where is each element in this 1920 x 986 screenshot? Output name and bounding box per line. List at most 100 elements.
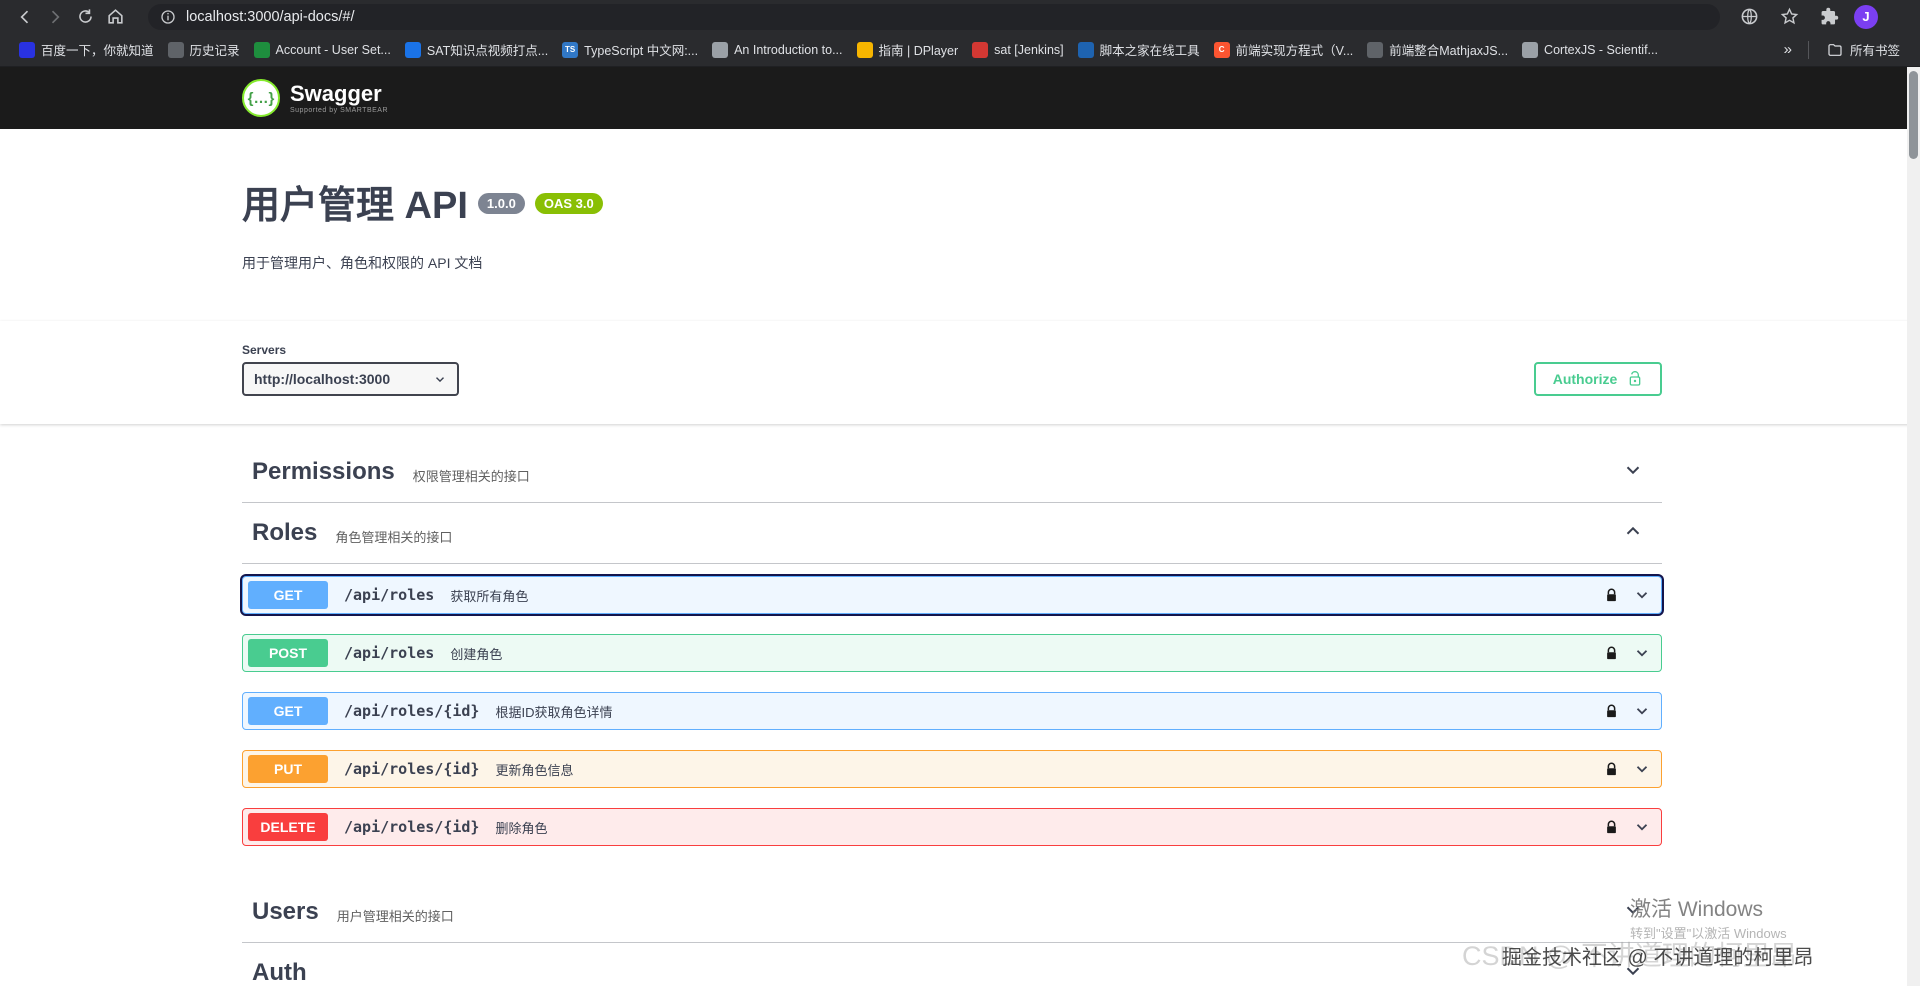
bookmark-jenkins[interactable]: sat [Jenkins] [965,39,1070,61]
lock-icon[interactable] [1604,820,1619,835]
page-scrollbar[interactable] [1907,67,1920,986]
lock-icon[interactable] [1604,704,1619,719]
chevron-down-icon[interactable] [1633,760,1651,778]
reload-button[interactable] [70,3,100,31]
bookmark-label: sat [Jenkins] [994,42,1064,57]
bookmark-favicon-icon [404,41,421,58]
bookmark-label: 指南 | DPlayer [878,44,959,58]
scrollbar-thumb[interactable] [1909,71,1918,159]
swagger-brand-tagline: Supported by SMARTBEAR [290,106,389,114]
bookmark-label: An Introduction to... [734,42,843,57]
reload-icon [78,9,92,23]
bookmark-typescript[interactable]: TS TypeScript 中文网:... [555,37,705,62]
bookmarks-overflow-chevron[interactable]: » [1778,41,1798,58]
bookmark-favicon-icon [856,41,873,58]
section-permissions[interactable]: Permissions 权限管理相关的接口 [242,442,1662,503]
endpoint-create-role[interactable]: POST /api/roles 创建角色 [242,634,1662,672]
bookmark-favicon-icon: TS [562,41,579,58]
translate-button[interactable] [1734,3,1764,31]
all-bookmarks-button[interactable]: 所有书签 [1819,37,1908,62]
bookmark-label: TypeScript 中文网:... [584,44,699,58]
chevron-up-icon[interactable] [1622,520,1644,547]
swagger-brand-link[interactable]: {…} Swagger Supported by SMARTBEAR [242,79,388,117]
section-roles[interactable]: Roles 角色管理相关的接口 [242,503,1662,564]
chevron-down-icon[interactable] [1633,702,1651,720]
bookmark-favicon-icon [712,41,729,58]
forward-button[interactable] [40,3,70,31]
bookmark-favicon-icon [1522,41,1539,58]
lock-icon[interactable] [1604,646,1619,661]
chevron-down-icon[interactable] [1633,818,1651,836]
bookmark-label: 前端实现方程式（V... [1235,44,1354,58]
bookmark-csdn-equation[interactable]: C 前端实现方程式（V... [1207,37,1361,62]
endpoint-delete-role[interactable]: DELETE /api/roles/{id} 删除角色 [242,808,1662,846]
star-icon [1780,7,1798,25]
bookmark-star-button[interactable] [1774,3,1804,31]
version-badge: 1.0.0 [477,193,525,214]
swagger-brand-name: Swagger [290,80,382,106]
extensions-button[interactable] [1814,3,1844,31]
server-select[interactable]: http://localhost:3000 [242,362,459,396]
endpoint-summary: 根据ID获取角色详情 [495,704,613,720]
lock-icon[interactable] [1604,762,1619,777]
url-text: localhost:3000/api-docs/#/ [186,8,355,25]
bookmark-baidu[interactable]: 百度一下，你就知道 [12,37,161,62]
bookmark-favicon-icon: C [1213,41,1230,58]
swagger-logo-icon: {…} [242,79,280,117]
address-bar[interactable]: localhost:3000/api-docs/#/ [148,3,1720,30]
chevron-down-icon[interactable] [1633,644,1651,662]
chevron-down-icon[interactable] [1622,459,1644,486]
back-icon [20,10,29,23]
scheme-container: Servers http://localhost:3000 Authorize [0,321,1920,424]
chevron-down-icon [436,377,444,383]
section-description: 用户管理相关的接口 [336,908,454,924]
endpoint-path: /api/roles/{id} [344,760,480,778]
endpoint-summary: 获取所有角色 [450,588,529,604]
back-button[interactable] [10,3,40,31]
section-title: Auth [252,959,307,986]
bookmark-dplayer[interactable]: 指南 | DPlayer [850,37,966,62]
home-button[interactable] [100,3,130,31]
forward-icon [51,10,60,23]
endpoint-update-role[interactable]: PUT /api/roles/{id} 更新角色信息 [242,750,1662,788]
profile-avatar[interactable]: J [1854,4,1878,29]
bookmark-jb51-tools[interactable]: 脚本之家在线工具 [1071,37,1207,62]
bookmark-cortexjs[interactable]: CortexJS - Scientif... [1515,39,1665,61]
section-users[interactable]: Users 用户管理相关的接口 [242,882,1662,943]
bookmark-favicon-icon [1077,41,1094,58]
bookmark-label: SAT知识点视频打点... [426,44,549,58]
authorize-button[interactable]: Authorize [1534,362,1662,396]
lock-icon[interactable] [1604,588,1619,603]
bookmark-sat-video[interactable]: SAT知识点视频打点... [398,37,555,62]
swagger-topbar: {…} Swagger Supported by SMARTBEAR [0,67,1920,129]
bookmark-account[interactable]: Account - User Set... [247,39,398,61]
chevron-down-icon[interactable] [1622,899,1644,926]
roles-operations: GET /api/roles 获取所有角色 POST /api/roles 创建… [242,564,1662,882]
bookmark-history[interactable]: 历史记录 [161,37,247,62]
endpoint-path: /api/roles [344,586,435,604]
bookmark-introduction[interactable]: An Introduction to... [705,39,849,61]
browser-toolbar: localhost:3000/api-docs/#/ J [0,0,1920,33]
servers-block: Servers http://localhost:3000 [242,343,459,396]
bookmark-label: CortexJS - Scientif... [1544,42,1658,57]
bookmarks-divider [1807,40,1809,59]
bookmark-mathjax[interactable]: 前端整合MathjaxJS... [1360,37,1515,62]
section-auth[interactable]: Auth [242,943,1662,986]
method-badge: GET [248,581,328,609]
bookmark-label: 前端整合MathjaxJS... [1389,44,1509,58]
endpoint-get-role-by-id[interactable]: GET /api/roles/{id} 根据ID获取角色详情 [242,692,1662,730]
bookmark-label: 百度一下，你就知道 [41,44,154,58]
endpoint-summary: 更新角色信息 [495,762,574,778]
bookmark-favicon-icon [19,41,35,58]
endpoint-get-all-roles[interactable]: GET /api/roles 获取所有角色 [242,576,1662,614]
translate-icon [1741,8,1757,25]
bookmark-favicon-icon [1367,41,1384,58]
section-title: Permissions [252,458,395,485]
section-description: 角色管理相关的接口 [335,529,453,545]
folder-icon [1828,43,1842,56]
section-title: Roles [252,519,318,546]
chevron-down-icon[interactable] [1622,960,1644,986]
all-bookmarks-label: 所有书签 [1849,44,1900,58]
chevron-down-icon[interactable] [1633,586,1651,604]
site-info-icon[interactable] [160,9,176,25]
